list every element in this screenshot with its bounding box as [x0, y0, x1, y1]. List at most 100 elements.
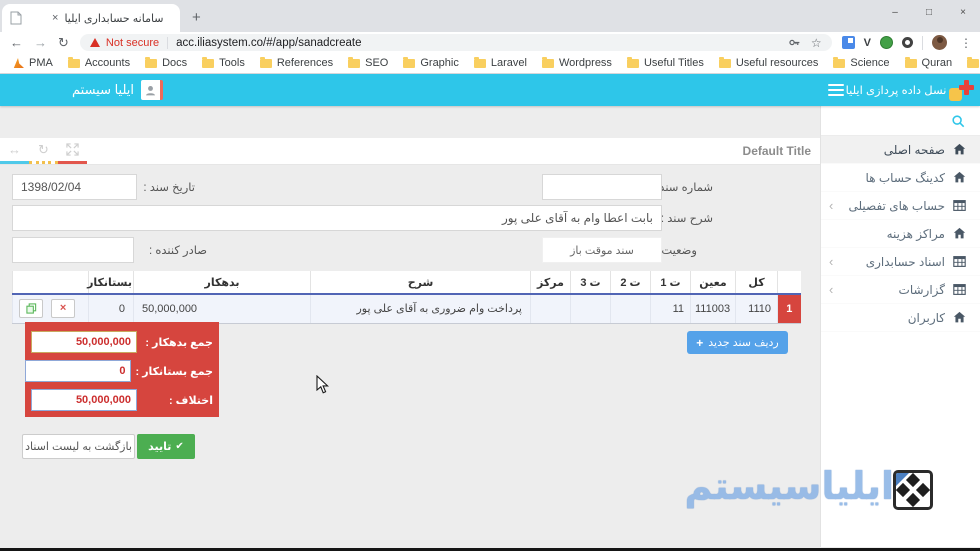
credit-cell[interactable]: 0	[88, 294, 134, 324]
translate-extension-icon[interactable]	[841, 36, 855, 49]
doc-number-input[interactable]	[542, 174, 662, 200]
back-to-list-button[interactable]: بازگشت به لیست اسناد	[22, 434, 135, 459]
hamburger-menu-icon[interactable]	[828, 84, 844, 96]
col-credit: بستانکار	[87, 271, 134, 295]
browser-menu-icon[interactable]: ⋮	[960, 36, 972, 50]
window-close-button[interactable]: ×	[946, 0, 980, 26]
resize-icon: ↔	[8, 142, 21, 157]
back-icon[interactable]: ←	[10, 36, 23, 49]
bookmark-item[interactable]: Science	[833, 56, 890, 69]
key-icon[interactable]	[788, 36, 801, 49]
col-moein: معین	[690, 271, 736, 295]
fullscreen-tool-tab[interactable]	[58, 138, 87, 164]
difference-row: اختلاف :	[31, 389, 213, 411]
copy-row-button[interactable]	[19, 299, 43, 319]
table-row[interactable]: 1 1110 111003 11 پرداخت وام ضروری به آقا…	[12, 294, 801, 324]
difference-value[interactable]	[31, 389, 137, 411]
folder-icon	[67, 56, 80, 68]
new-row-button[interactable]: + ردیف سند جدید	[687, 331, 788, 354]
window-minimize-button[interactable]: –	[878, 0, 912, 26]
t1-cell[interactable]: 11	[650, 294, 691, 324]
t3-cell[interactable]	[570, 294, 611, 324]
sidebar-item-label: گزارشات	[898, 282, 945, 297]
sanad-rows-table: کل معین ت 1 ت 2 ت 3 مرکز شرح بدهکار بستا…	[12, 271, 801, 324]
bookmark-item[interactable]: SEO	[348, 56, 389, 69]
bookmark-label: Wordpress	[558, 57, 612, 69]
table-icon	[953, 284, 966, 295]
chevron-left-icon: ‹	[829, 282, 834, 297]
url-text[interactable]: acc.iliasystem.co/#/app/sanadcreate	[176, 37, 361, 49]
sidebar-item-account-coding[interactable]: کدینگ حساب ها	[821, 164, 980, 192]
bookmark-star-icon[interactable]: ☆	[811, 36, 822, 50]
plus-icon: +	[696, 335, 704, 350]
sidebar-item-accounting-documents[interactable]: اسناد حسابداری ‹	[821, 248, 980, 276]
description-cell[interactable]: پرداخت وام ضروری به آقای علی پور	[310, 294, 531, 324]
sidebar-search[interactable]	[821, 106, 980, 136]
issuer-label: صادر کننده :	[148, 245, 207, 257]
markaz-cell[interactable]	[530, 294, 571, 324]
profile-avatar[interactable]	[932, 35, 947, 50]
total-debit-label: جمع بدهکار :	[145, 336, 213, 349]
reload-icon[interactable]: ↻	[58, 36, 69, 49]
resize-tool-tab[interactable]: ↔	[0, 138, 29, 164]
bookmark-item[interactable]: Useful resources	[718, 56, 819, 69]
bookmark-item[interactable]: Useful Titles	[626, 56, 704, 69]
refresh-tool-tab[interactable]: ↻	[29, 138, 58, 164]
debit-cell[interactable]: 50,000,000	[133, 294, 311, 324]
mouse-cursor-icon	[316, 374, 330, 400]
user-avatar[interactable]	[141, 80, 164, 100]
confirm-button[interactable]: تایید ✔	[137, 434, 195, 459]
bookmark-item[interactable]: Quran	[904, 56, 952, 69]
bookmark-item[interactable]: Laravel	[473, 56, 527, 69]
moein-cell[interactable]: 111003	[690, 294, 736, 324]
url-field[interactable]: Not secure acc.iliasystem.co/#/app/sanad…	[79, 34, 832, 51]
bookmark-label: Science	[850, 57, 890, 69]
sidebar-item-detailed-accounts[interactable]: حساب های تفصیلی ‹	[821, 192, 980, 220]
swirl-extension-icon[interactable]	[902, 37, 913, 48]
not-secure-label[interactable]: Not secure	[106, 37, 159, 49]
bookmark-label: Laravel	[490, 57, 527, 69]
bookmark-label: Tools	[219, 57, 245, 69]
home-icon	[953, 227, 966, 239]
sidebar-item-home[interactable]: صفحه اصلی	[821, 136, 980, 164]
total-credit-value[interactable]	[25, 360, 132, 382]
issuer-input[interactable]	[12, 237, 134, 263]
bookmark-item[interactable]: Wordpress	[541, 56, 612, 69]
folder-icon	[473, 56, 486, 68]
sidebar-item-label: کاربران	[907, 310, 945, 325]
v-extension-icon[interactable]: V	[864, 37, 871, 49]
watermark-logotype: ایلیاسیستم	[684, 464, 894, 508]
bookmark-item[interactable]: DESP	[967, 56, 980, 69]
company-logo	[948, 78, 974, 102]
bookmark-label: Docs	[162, 57, 188, 69]
col-t3: ت 3	[570, 271, 611, 295]
col-debit: بدهکار	[133, 271, 311, 295]
idm-extension-icon[interactable]	[880, 36, 893, 49]
bookmark-label: SEO	[365, 57, 389, 69]
not-secure-warning-icon[interactable]	[89, 38, 100, 47]
kol-cell[interactable]: 1110	[735, 294, 778, 324]
table-icon	[953, 256, 966, 267]
bookmark-item[interactable]: References	[259, 56, 333, 69]
bookmark-item[interactable]: Accounts	[67, 56, 130, 69]
browser-tab[interactable]: × سامانه حسابداری ایلیا	[2, 4, 180, 32]
bookmark-item[interactable]: Docs	[145, 56, 188, 69]
tab-close-icon[interactable]: ×	[52, 12, 58, 24]
doc-date-input[interactable]	[12, 174, 137, 200]
bookmark-label: Useful resources	[735, 57, 819, 69]
bookmark-item[interactable]: Graphic	[403, 56, 459, 69]
brand-title: ایلیا سیستم	[72, 82, 135, 97]
window-maximize-button[interactable]: □	[912, 0, 946, 26]
bookmark-item[interactable]: PMA	[12, 57, 53, 69]
bookmark-item[interactable]: Tools	[202, 56, 245, 69]
folder-icon	[145, 56, 158, 68]
total-debit-value[interactable]	[31, 331, 137, 353]
forward-icon[interactable]: →	[34, 36, 47, 49]
description-input[interactable]	[12, 205, 662, 231]
sidebar-item-reports[interactable]: گزارشات ‹	[821, 276, 980, 304]
sidebar-item-cost-centers[interactable]: مراکز هزینه	[821, 220, 980, 248]
t2-cell[interactable]	[610, 294, 651, 324]
sidebar-item-users[interactable]: کاربران	[821, 304, 980, 332]
new-tab-button[interactable]: +	[192, 9, 201, 26]
delete-row-button[interactable]: ×	[51, 299, 76, 319]
